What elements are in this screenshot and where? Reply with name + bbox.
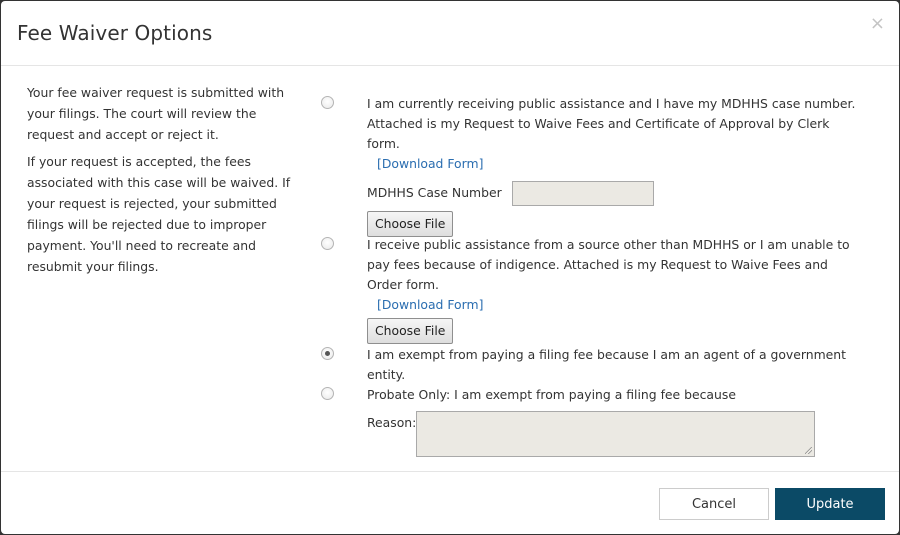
choose-file-button-2[interactable]: Choose File bbox=[367, 318, 454, 344]
option-probate-label: Probate Only: I am exempt from paying a … bbox=[367, 387, 736, 402]
modal-header: Fee Waiver Options × bbox=[1, 1, 899, 66]
intro-paragraph-2: If your request is accepted, the fees as… bbox=[27, 154, 291, 274]
modal-body: Your fee waiver request is submitted wit… bbox=[1, 67, 899, 472]
download-form-link-2[interactable]: [Download Form] bbox=[377, 295, 483, 315]
cancel-button[interactable]: Cancel bbox=[659, 488, 769, 520]
radio-option-mdhhs[interactable] bbox=[321, 96, 334, 109]
fee-waiver-dialog: Fee Waiver Options × Your fee waiver req… bbox=[1, 1, 899, 534]
intro-text: Your fee waiver request is submitted wit… bbox=[27, 82, 307, 283]
radio-option-government-agent[interactable] bbox=[321, 347, 334, 360]
option-other-assistance-label: I receive public assistance from a sourc… bbox=[367, 237, 850, 292]
modal-footer: Cancel Update bbox=[1, 471, 899, 534]
close-icon[interactable]: × bbox=[870, 15, 885, 33]
case-number-label: MDHHS Case Number bbox=[367, 185, 502, 200]
reason-label: Reason: bbox=[367, 415, 417, 430]
option-government-agent-label: I am exempt from paying a filing fee bec… bbox=[367, 347, 847, 382]
update-button[interactable]: Update bbox=[775, 488, 885, 520]
choose-file-button-1[interactable]: Choose File bbox=[367, 211, 454, 237]
case-number-input[interactable] bbox=[512, 180, 654, 206]
radio-option-probate[interactable] bbox=[321, 387, 334, 400]
resize-grip-icon[interactable] bbox=[805, 447, 812, 454]
modal-title: Fee Waiver Options bbox=[17, 21, 213, 45]
download-form-link-1[interactable]: [Download Form] bbox=[377, 154, 483, 174]
option-mdhhs-label: I am currently receiving public assistan… bbox=[367, 96, 856, 151]
reason-textarea[interactable] bbox=[416, 411, 815, 457]
intro-paragraph-1: Your fee waiver request is submitted wit… bbox=[27, 85, 285, 142]
radio-option-other-assistance[interactable] bbox=[321, 237, 334, 250]
